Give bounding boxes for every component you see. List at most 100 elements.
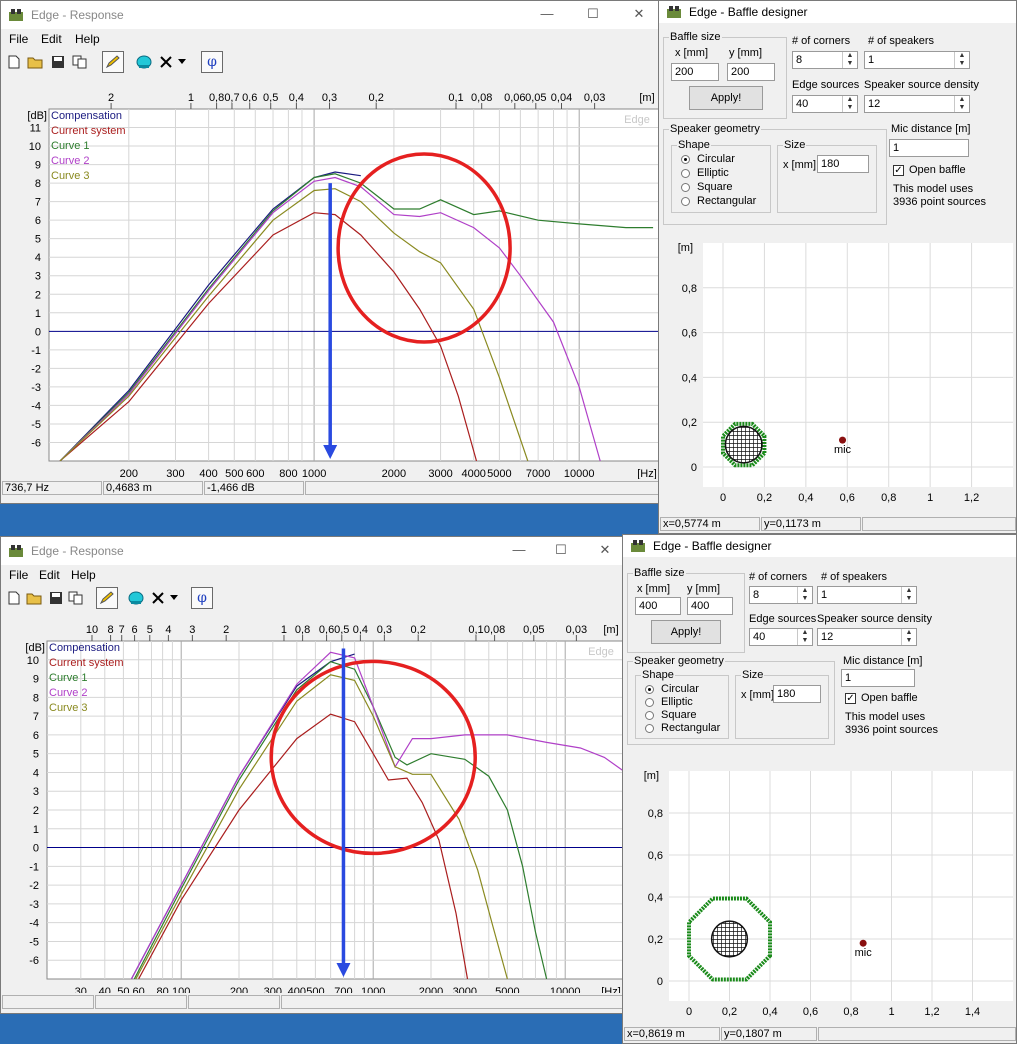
minimize-icon[interactable]: — <box>507 541 531 559</box>
menu-file[interactable]: File <box>9 32 28 46</box>
menu-edit[interactable]: Edit <box>41 32 62 46</box>
top-response-chart[interactable]: -6 -5 -4 -3 -2 -1 0 1 2 3 4 5 6 7 8 9 10 11[dB] 200 300 400 5… <box>1 89 660 479</box>
x-tick-label: 1 <box>888 1006 894 1018</box>
x-tick-label: 2000 <box>382 468 406 479</box>
top-tick-label: 0,6 <box>242 92 257 104</box>
density-spinner[interactable]: 12 ▲ ▼ <box>817 628 917 646</box>
density-spinner[interactable]: 12 ▲ ▼ <box>864 95 970 113</box>
shape-rectangular-label: Rectangular <box>661 722 721 734</box>
edge-sources-spinner[interactable]: 40 ▲ ▼ <box>792 95 858 113</box>
spin-arrows-icon[interactable]: ▲ ▼ <box>842 52 857 68</box>
spin-arrows-icon[interactable]: ▲ ▼ <box>797 629 812 645</box>
shape-circular-radio[interactable] <box>645 685 654 694</box>
speaker-icon[interactable] <box>135 53 153 71</box>
model-info-line2: 3936 point sources <box>893 196 986 208</box>
y-tick-label: 3 <box>33 786 39 798</box>
size-x-input[interactable]: 180 <box>773 685 821 703</box>
open-baffle-checkbox[interactable]: ✓ <box>893 165 904 176</box>
top-response-titlebar[interactable]: Edge - Response — ☐ ✕ <box>1 1 659 29</box>
shape-elliptic-radio[interactable] <box>681 169 690 178</box>
pencil-icon[interactable] <box>102 51 124 73</box>
open-folder-icon[interactable] <box>25 589 43 607</box>
menu-help[interactable]: Help <box>75 32 100 46</box>
close-icon[interactable]: ✕ <box>627 5 651 23</box>
y-tick-label: -1 <box>29 861 39 873</box>
top-tick-label: 0,2 <box>369 92 384 104</box>
spin-arrows-icon[interactable]: ▲ ▼ <box>901 629 916 645</box>
spin-arrows-icon[interactable]: ▲ ▼ <box>842 96 857 112</box>
shape-rectangular-radio[interactable] <box>681 197 690 206</box>
x-tick-label: 1,4 <box>965 1006 980 1018</box>
spin-arrows-icon[interactable]: ▲ ▼ <box>901 587 916 603</box>
close-icon[interactable]: ✕ <box>593 541 617 559</box>
menu-help[interactable]: Help <box>71 568 96 582</box>
baffle-x-label: x [mm] <box>675 47 708 59</box>
maximize-icon[interactable]: ☐ <box>549 541 573 559</box>
apply-button[interactable]: Apply! <box>651 620 721 644</box>
shape-rectangular-radio[interactable] <box>645 724 654 733</box>
corners-spinner[interactable]: 8 ▲ ▼ <box>792 51 858 69</box>
speakers-spinner[interactable]: 1 ▲ ▼ <box>817 586 917 604</box>
save-icon[interactable] <box>47 589 65 607</box>
mic-distance-input[interactable]: 1 <box>889 139 969 157</box>
maximize-icon[interactable]: ☐ <box>581 5 605 23</box>
dropdown-arrow-icon[interactable] <box>176 53 188 71</box>
size-x-input[interactable]: 180 <box>817 155 869 173</box>
y-tick-label: 7 <box>33 711 39 723</box>
speaker-icon[interactable] <box>127 589 145 607</box>
edge-sources-value: 40 <box>796 98 809 110</box>
minimize-icon[interactable]: — <box>535 5 559 23</box>
menu-file[interactable]: File <box>9 568 28 582</box>
shape-elliptic-radio[interactable] <box>645 698 654 707</box>
dropdown-arrow-icon[interactable] <box>168 589 180 607</box>
top-tick-label: 5 <box>147 624 153 636</box>
baffle-x-input[interactable]: 400 <box>635 597 681 615</box>
spin-arrows-icon[interactable]: ▲ ▼ <box>797 587 812 603</box>
spin-arrows-icon[interactable]: ▲ ▼ <box>954 96 969 112</box>
speakers-spinner[interactable]: 1 ▲ ▼ <box>864 51 970 69</box>
apply-button[interactable]: Apply! <box>689 86 763 110</box>
phase-icon[interactable]: φ <box>191 587 213 609</box>
top-tick-label: 0,08 <box>471 92 492 104</box>
save-icon[interactable] <box>49 53 67 71</box>
open-folder-icon[interactable] <box>26 53 44 71</box>
y-tick-label: 0,8 <box>682 283 697 295</box>
menu-edit[interactable]: Edit <box>39 568 60 582</box>
y-tick-label: 4 <box>35 252 41 264</box>
x-tick-label: 0,6 <box>803 1006 818 1018</box>
baffle-x-input[interactable]: 200 <box>671 63 719 81</box>
shape-circular-radio[interactable] <box>681 155 690 164</box>
open-baffle-checkbox[interactable]: ✓ <box>845 693 856 704</box>
status-level: -1,466 dB <box>204 481 304 495</box>
y-tick-label: 5 <box>33 749 39 761</box>
top-designer-titlebar[interactable]: Edge - Baffle designer <box>659 1 1016 23</box>
phase-icon[interactable]: φ <box>201 51 223 73</box>
delete-icon[interactable] <box>149 589 167 607</box>
corners-spinner[interactable]: 8 ▲ ▼ <box>749 586 813 604</box>
copy-icon[interactable] <box>71 53 89 71</box>
shape-square-label: Square <box>697 181 733 193</box>
delete-icon[interactable] <box>157 53 175 71</box>
edge-sources-spinner[interactable]: 40 ▲ ▼ <box>749 628 813 646</box>
bottom-baffle-plot[interactable]: 0 0,2 0,4 0,6 0,8 1 1,2 1,4 0 0,2 0,4 0,6 0,8 [m] mic <box>625 763 1016 1025</box>
y-tick-label: 0 <box>691 462 697 474</box>
shape-square-radio[interactable] <box>645 711 654 720</box>
shape-square-radio[interactable] <box>681 183 690 192</box>
mic-distance-input[interactable]: 1 <box>841 669 915 687</box>
bottom-response-titlebar[interactable]: Edge - Response — ☐ ✕ <box>1 537 623 565</box>
status-distance: 0,4683 m <box>103 481 203 495</box>
new-file-icon[interactable] <box>5 589 23 607</box>
speaker-source-disc <box>724 425 763 464</box>
status-frequency <box>2 995 94 1009</box>
bottom-designer-titlebar[interactable]: Edge - Baffle designer <box>623 535 1016 557</box>
bottom-response-chart[interactable]: -6-5-4-3-2-1012345678910[dB]30 40 50 60 80 10… <box>1 621 624 995</box>
baffle-y-input[interactable]: 400 <box>687 597 733 615</box>
baffle-y-input[interactable]: 200 <box>727 63 775 81</box>
speaker-geometry-label: Speaker geometry <box>633 655 725 667</box>
spin-arrows-icon[interactable]: ▲ ▼ <box>954 52 969 68</box>
top-baffle-plot[interactable]: 0 0,2 0,4 0,6 0,8 1 1,2 0 0,2 0,4 0,6 0,8 [m] mic <box>661 235 1016 515</box>
copy-icon[interactable] <box>67 589 85 607</box>
pencil-icon[interactable] <box>96 587 118 609</box>
new-file-icon[interactable] <box>5 53 23 71</box>
shape-circular-label: Circular <box>697 153 735 165</box>
